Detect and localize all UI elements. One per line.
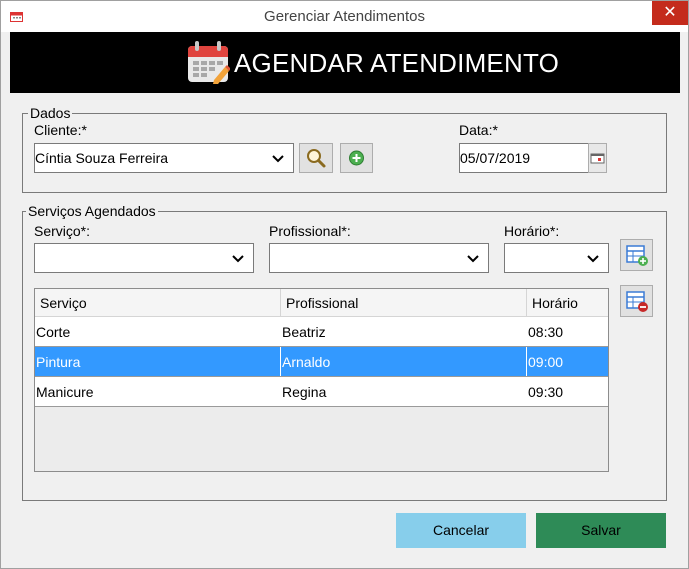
cell-profissional: Beatriz: [282, 324, 326, 340]
table-row[interactable]: Corte Beatriz 08:30: [35, 317, 608, 347]
data-value: 05/07/2019: [460, 150, 531, 166]
profissional-label: Profissional*:: [269, 223, 351, 239]
chevron-down-icon: [587, 255, 599, 263]
cell-profissional: Regina: [282, 384, 327, 400]
column-header-horario[interactable]: Horário: [532, 295, 578, 311]
horario-label: Horário*:: [504, 223, 560, 239]
cliente-select[interactable]: Cíntia Souza Ferreira: [34, 143, 294, 173]
cell-horario: 09:00: [528, 354, 564, 370]
cell-horario: 09:30: [528, 384, 564, 400]
title-bar: Gerenciar Atendimentos ✕: [1, 1, 688, 32]
search-cliente-button[interactable]: [299, 143, 333, 173]
date-picker-button[interactable]: [588, 143, 607, 173]
close-button[interactable]: ✕: [652, 1, 688, 25]
data-label: Data:*: [459, 122, 498, 138]
table-add-icon: [626, 245, 648, 266]
chevron-down-icon: [467, 255, 479, 263]
header-banner: AGENDAR ATENDIMENTO: [10, 32, 680, 93]
table-row[interactable]: Manicure Regina 09:30: [35, 377, 608, 407]
cell-horario: 08:30: [528, 324, 564, 340]
window: Gerenciar Atendimentos ✕ AGENDAR ATENDIM…: [0, 0, 689, 569]
profissional-select[interactable]: [269, 243, 489, 273]
close-icon: ✕: [663, 4, 677, 21]
table-row-selected[interactable]: Pintura Arnaldo 09:00: [35, 347, 608, 377]
horario-select[interactable]: [504, 243, 609, 273]
add-service-button[interactable]: [620, 239, 653, 271]
services-table[interactable]: Serviço Profissional Horário Corte Beatr…: [34, 288, 609, 472]
servicos-legend: Serviços Agendados: [26, 203, 158, 219]
cell-servico: Manicure: [36, 384, 94, 400]
search-icon: [307, 149, 326, 168]
column-header-servico[interactable]: Serviço: [40, 295, 87, 311]
remove-service-button[interactable]: [620, 285, 653, 317]
table-remove-icon: [626, 291, 648, 312]
servico-label: Serviço*:: [34, 223, 91, 239]
window-title: Gerenciar Atendimentos: [264, 8, 425, 25]
column-header-profissional[interactable]: Profissional: [286, 295, 358, 311]
calendar-icon: [188, 41, 230, 84]
chevron-down-icon: [232, 255, 244, 263]
cancel-button[interactable]: Cancelar: [396, 513, 526, 548]
add-cliente-button[interactable]: [340, 143, 373, 173]
add-icon: [349, 150, 364, 166]
cliente-label: Cliente:*: [34, 122, 87, 138]
chevron-down-icon: [272, 155, 284, 163]
table-header: Serviço Profissional Horário: [35, 289, 608, 317]
cell-servico: Pintura: [36, 354, 81, 370]
banner-title: AGENDAR ATENDIMENTO: [234, 48, 559, 78]
cell-servico: Corte: [36, 324, 71, 340]
servico-select[interactable]: [34, 243, 254, 273]
cell-profissional: Arnaldo: [282, 354, 331, 370]
dados-legend: Dados: [28, 105, 73, 121]
save-button[interactable]: Salvar: [536, 513, 666, 548]
calendar-small-icon: [590, 153, 605, 164]
cliente-value: Cíntia Souza Ferreira: [35, 150, 169, 166]
data-field[interactable]: 05/07/2019: [459, 143, 589, 173]
